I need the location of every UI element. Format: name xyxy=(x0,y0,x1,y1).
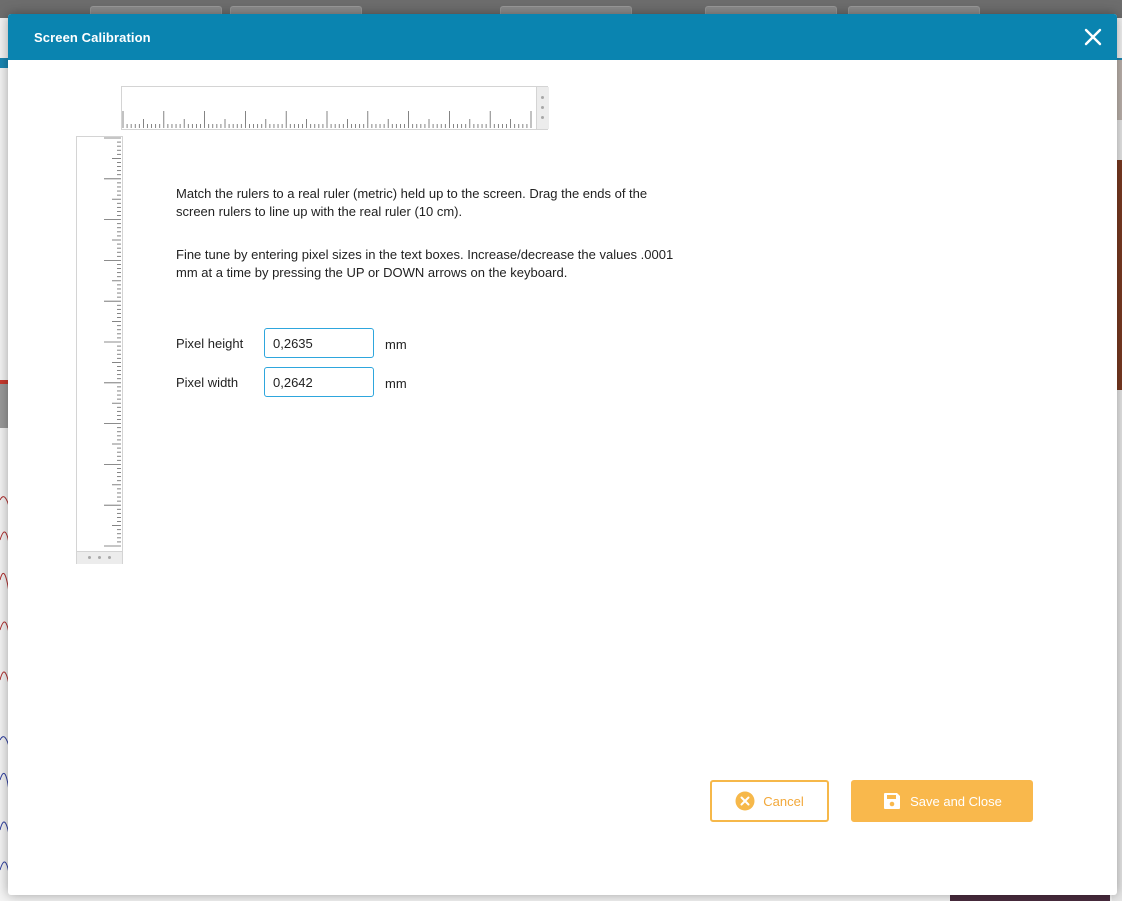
dialog-header: Screen Calibration xyxy=(8,14,1117,60)
pixel-width-label: Pixel width xyxy=(176,375,239,390)
close-icon[interactable] xyxy=(1082,26,1104,48)
vertical-ruler-ticks xyxy=(104,137,121,547)
screen-calibration-dialog: Screen Calibration Match the rulers to a… xyxy=(8,14,1117,895)
background-panel xyxy=(0,384,8,428)
pixel-width-input[interactable] xyxy=(264,367,374,397)
horizontal-ruler-ticks xyxy=(122,111,532,128)
cancel-circle-icon xyxy=(735,791,755,811)
cancel-button[interactable]: Cancel xyxy=(710,780,829,822)
horizontal-ruler[interactable] xyxy=(121,86,549,130)
vertical-ruler-drag-handle[interactable] xyxy=(77,551,122,564)
pixel-height-input[interactable] xyxy=(264,328,374,358)
grip-dot xyxy=(541,116,544,119)
grip-dot xyxy=(88,556,91,559)
horizontal-ruler-drag-handle[interactable] xyxy=(536,87,549,129)
cancel-button-label: Cancel xyxy=(763,793,804,809)
grip-dot xyxy=(98,556,101,559)
instruction-paragraph-fine-tune: Fine tune by entering pixel sizes in the… xyxy=(176,247,674,280)
grip-dot xyxy=(108,556,111,559)
grip-dot xyxy=(541,96,544,99)
vertical-ruler[interactable] xyxy=(76,136,123,564)
pixel-width-unit: mm xyxy=(385,376,407,391)
dialog-title: Screen Calibration xyxy=(34,30,151,45)
pixel-height-label: Pixel height xyxy=(176,336,244,351)
pixel-height-unit: mm xyxy=(385,337,407,352)
floppy-disk-icon xyxy=(884,793,901,809)
instruction-paragraph-drag: Match the rulers to a real ruler (metric… xyxy=(176,186,648,219)
save-and-close-button[interactable]: Save and Close xyxy=(851,780,1033,822)
grip-dot xyxy=(541,106,544,109)
save-button-label: Save and Close xyxy=(910,793,1002,809)
